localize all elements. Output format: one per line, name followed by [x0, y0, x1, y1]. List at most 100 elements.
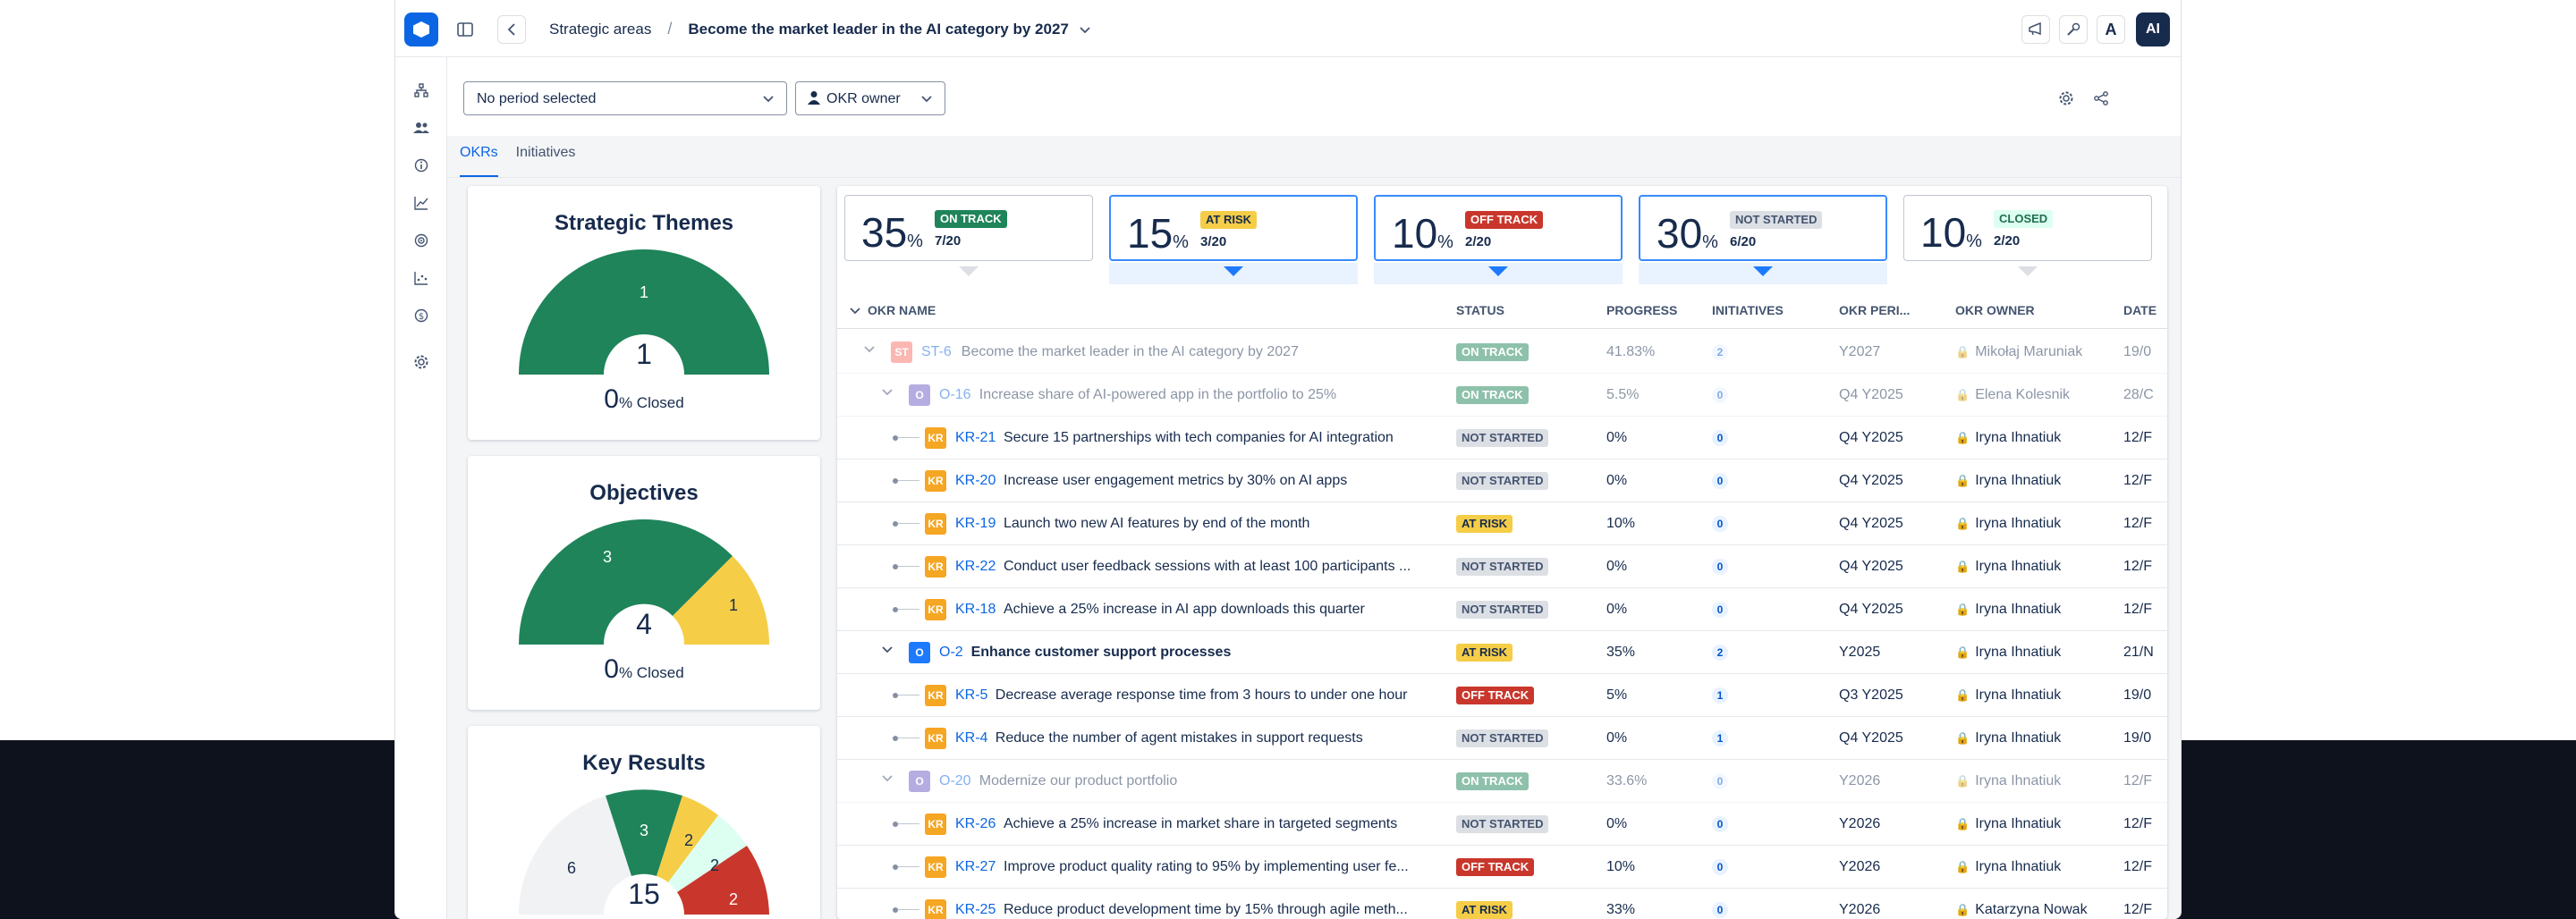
okr-name[interactable]: Enhance customer support processes	[971, 645, 1232, 661]
okr-owner[interactable]: Iryna Ihnatiuk	[1975, 730, 2061, 746]
okr-owner[interactable]: Iryna Ihnatiuk	[1975, 559, 2061, 574]
initiatives-count[interactable]: 0	[1712, 516, 1728, 532]
expand-all-chevron-icon[interactable]	[850, 303, 860, 317]
table-row[interactable]: KR KR-26 Achieve a 25% increase in marke…	[837, 803, 2167, 846]
table-row[interactable]: KR KR-21 Secure 15 partnerships with tec…	[837, 417, 2167, 460]
initiatives-count[interactable]: 0	[1712, 430, 1728, 446]
status-badge[interactable]: ON TRACK	[1456, 343, 1529, 361]
wrench-icon[interactable]	[2059, 15, 2088, 44]
table-row[interactable]: KR KR-4 Reduce the number of agent mista…	[837, 717, 2167, 760]
status-badge[interactable]: NOT STARTED	[1456, 429, 1549, 447]
initiatives-count[interactable]: 0	[1712, 859, 1728, 875]
status-badge[interactable]: NOT STARTED	[1456, 472, 1549, 490]
period-select[interactable]: No period selected	[463, 81, 787, 115]
okr-id-link[interactable]: KR-19	[955, 516, 996, 532]
okr-name[interactable]: Modernize our product portfolio	[979, 773, 1177, 789]
initiatives-count[interactable]: 0	[1712, 816, 1728, 832]
avatar[interactable]: AI	[2136, 13, 2170, 46]
okr-owner[interactable]: Mikołaj Maruniak	[1975, 344, 2082, 359]
okr-name[interactable]: Increase user engagement metrics by 30% …	[1004, 473, 1347, 489]
table-row[interactable]: KR KR-19 Launch two new AI features by e…	[837, 502, 2167, 545]
scatter-chart-icon[interactable]	[408, 265, 435, 291]
okr-name[interactable]: Improve product quality rating to 95% by…	[1004, 859, 1409, 875]
status-badge[interactable]: ON TRACK	[1456, 772, 1529, 790]
table-row[interactable]: KR KR-20 Increase user engagement metric…	[837, 460, 2167, 502]
info-icon[interactable]	[408, 152, 435, 179]
okr-name[interactable]: Secure 15 partnerships with tech compani…	[1004, 430, 1394, 446]
gear-icon[interactable]	[408, 349, 435, 375]
okr-id-link[interactable]: O-16	[939, 387, 971, 403]
table-row[interactable]: KR KR-18 Achieve a 25% increase in AI ap…	[837, 588, 2167, 631]
okr-owner[interactable]: Iryna Ihnatiuk	[1975, 602, 2061, 617]
okr-name[interactable]: Reduce the number of agent mistakes in s…	[996, 730, 1363, 746]
table-row[interactable]: O O-20 Modernize our product portfolio O…	[837, 760, 2167, 803]
target-icon[interactable]	[408, 227, 435, 254]
okr-name[interactable]: Launch two new AI features by end of the…	[1004, 516, 1309, 532]
stat-on-track[interactable]: 35% ON TRACK 7/20	[844, 195, 1093, 261]
okr-id-link[interactable]: KR-27	[955, 859, 996, 875]
column-header-period[interactable]: OKR PERI...	[1839, 303, 1910, 317]
team-icon[interactable]	[408, 114, 435, 141]
okr-owner[interactable]: Iryna Ihnatiuk	[1975, 645, 2061, 660]
hierarchy-icon[interactable]	[408, 77, 435, 104]
okr-id-link[interactable]: KR-20	[955, 473, 996, 489]
okr-owner[interactable]: Elena Kolesnik	[1975, 387, 2070, 402]
tab-okrs[interactable]: OKRs	[460, 145, 498, 177]
table-row[interactable]: KR KR-22 Conduct user feedback sessions …	[837, 545, 2167, 588]
okr-id-link[interactable]: KR-4	[955, 730, 987, 746]
initiatives-count[interactable]: 2	[1712, 344, 1728, 360]
chevron-down-icon[interactable]	[864, 342, 875, 356]
okr-name[interactable]: Become the market leader in the AI categ…	[962, 344, 1299, 360]
status-badge[interactable]: ON TRACK	[1456, 386, 1529, 404]
tab-initiatives[interactable]: Initiatives	[516, 145, 576, 177]
column-header-initiatives[interactable]: INITIATIVES	[1712, 303, 1784, 317]
sidebar-toggle-icon[interactable]	[451, 15, 479, 44]
announcement-icon[interactable]	[2021, 15, 2050, 44]
okr-id-link[interactable]: KR-22	[955, 559, 996, 575]
okr-owner[interactable]: Iryna Ihnatiuk	[1975, 816, 2061, 831]
table-row[interactable]: O O-2 Enhance customer support processes…	[837, 631, 2167, 674]
breadcrumb-parent[interactable]: Strategic areas	[549, 21, 651, 38]
column-header-owner[interactable]: OKR OWNER	[1955, 303, 2035, 317]
okr-id-link[interactable]: KR-21	[955, 430, 996, 446]
initiatives-count[interactable]: 0	[1712, 902, 1728, 918]
breadcrumb-current[interactable]: Become the market leader in the AI categ…	[688, 21, 1069, 38]
okr-owner[interactable]: Iryna Ihnatiuk	[1975, 430, 2061, 445]
font-icon[interactable]: A	[2097, 15, 2125, 44]
chevron-down-icon[interactable]	[1080, 22, 1090, 37]
okr-id-link[interactable]: KR-26	[955, 816, 996, 832]
stat-closed[interactable]: 10% CLOSED 2/20	[1903, 195, 2152, 261]
okr-owner[interactable]: Iryna Ihnatiuk	[1975, 516, 2061, 531]
column-header-name[interactable]: OKR NAME	[868, 303, 936, 317]
status-badge[interactable]: AT RISK	[1456, 901, 1513, 919]
column-header-status[interactable]: STATUS	[1456, 303, 1504, 317]
table-row[interactable]: KR KR-25 Reduce product development time…	[837, 889, 2167, 919]
initiatives-count[interactable]: 0	[1712, 473, 1728, 489]
okr-id-link[interactable]: KR-18	[955, 602, 996, 618]
chevron-down-icon[interactable]	[882, 771, 893, 785]
share-icon[interactable]	[2089, 87, 2113, 110]
okr-owner[interactable]: Iryna Ihnatiuk	[1975, 687, 2061, 703]
stat-off-track[interactable]: 10% OFF TRACK 2/20	[1374, 195, 1623, 261]
initiatives-count[interactable]: 0	[1712, 387, 1728, 403]
status-badge[interactable]: NOT STARTED	[1456, 729, 1549, 747]
table-row[interactable]: KR KR-27 Improve product quality rating …	[837, 846, 2167, 889]
okr-id-link[interactable]: KR-5	[955, 687, 987, 704]
status-badge[interactable]: NOT STARTED	[1456, 601, 1549, 619]
stat-at-risk[interactable]: 15% AT RISK 3/20	[1109, 195, 1358, 261]
table-row[interactable]: ST ST-6 Become the market leader in the …	[837, 331, 2167, 374]
app-logo-icon[interactable]	[404, 13, 438, 46]
okr-owner-select[interactable]: OKR owner	[795, 81, 945, 115]
back-button[interactable]	[497, 15, 526, 44]
status-badge[interactable]: NOT STARTED	[1456, 558, 1549, 576]
initiatives-count[interactable]: 0	[1712, 773, 1728, 789]
okr-owner[interactable]: Katarzyna Nowak	[1975, 902, 2087, 917]
status-badge[interactable]: OFF TRACK	[1456, 687, 1535, 704]
okr-id-link[interactable]: KR-25	[955, 902, 996, 918]
column-header-progress[interactable]: PROGRESS	[1606, 303, 1677, 317]
initiatives-count[interactable]: 2	[1712, 645, 1728, 661]
dollar-icon[interactable]: $	[408, 302, 435, 329]
okr-id-link[interactable]: ST-6	[921, 344, 952, 360]
table-row[interactable]: KR KR-5 Decrease average response time f…	[837, 674, 2167, 717]
okr-name[interactable]: Increase share of AI-powered app in the …	[979, 387, 1336, 403]
